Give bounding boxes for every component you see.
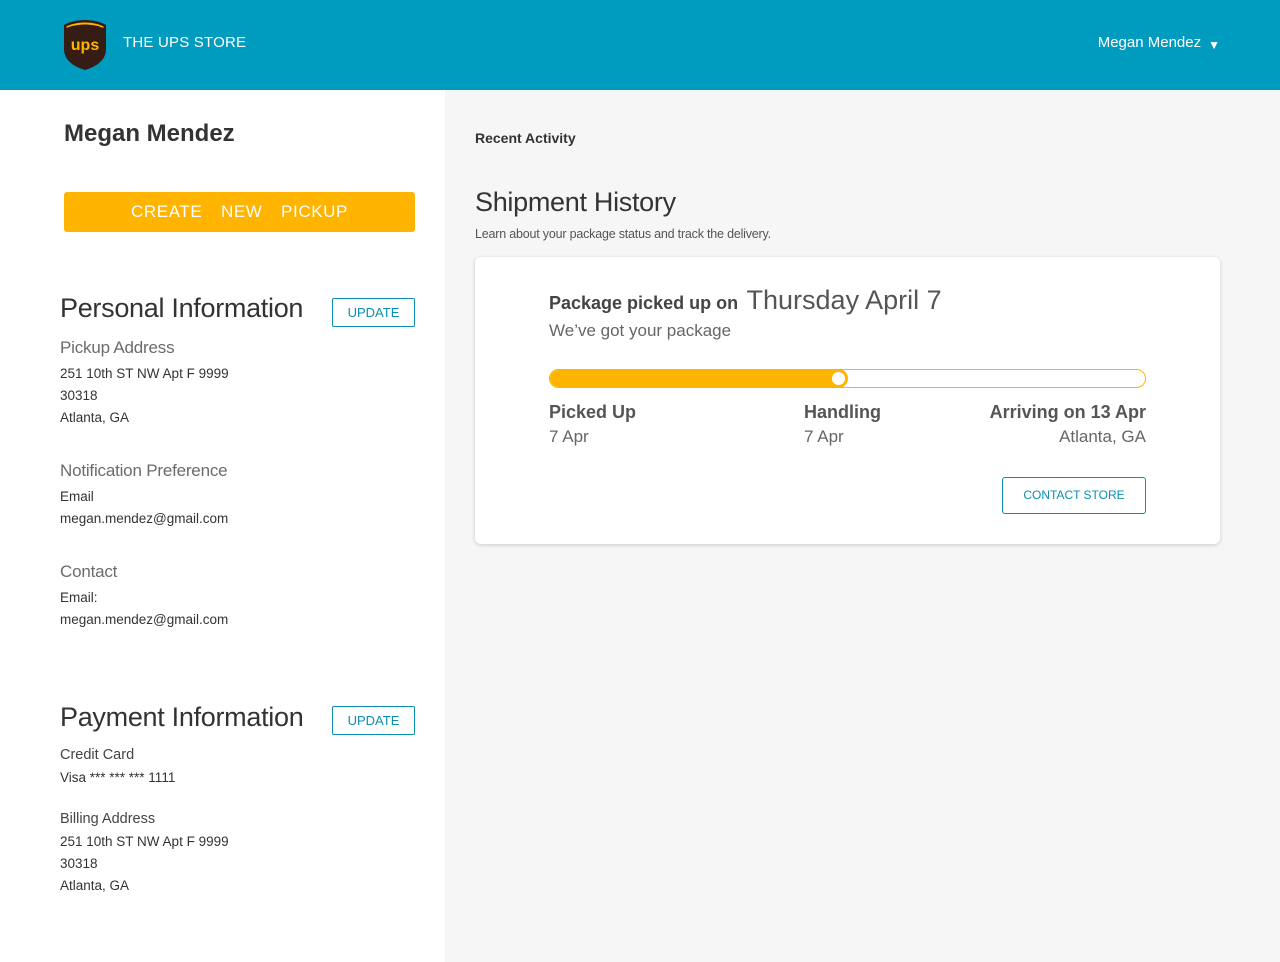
update-payment-button[interactable]: UPDATE: [332, 706, 415, 735]
step-detail: Atlanta, GA: [1059, 427, 1146, 446]
user-menu-name: Megan Mendez: [1097, 34, 1202, 51]
personal-information-title: Personal Information: [60, 293, 304, 323]
notification-method: Email: [60, 489, 94, 504]
user-menu[interactable]: Megan Mendez ▼: [1097, 34, 1220, 52]
recent-activity-label: Recent Activity: [475, 130, 576, 146]
contact-email: megan.mendez@gmail.com: [60, 612, 229, 627]
progress-fill: [550, 370, 839, 387]
tracking-step-handling: Handling 7 Apr: [804, 402, 881, 447]
step-detail: 7 Apr: [549, 427, 589, 446]
progress-marker: [829, 368, 849, 388]
svg-text:ups: ups: [71, 37, 100, 54]
shipment-history-title: Shipment History: [475, 187, 676, 217]
top-header: ups THE UPS STORE Megan Mendez ▼: [0, 0, 1280, 90]
status-message: We’ve got your package: [549, 321, 732, 340]
pickup-address-label: Pickup Address: [60, 338, 175, 357]
billing-address-label: Billing Address: [60, 811, 156, 827]
step-name: Arriving on 13 Apr: [989, 402, 1146, 422]
status-date: Thursday April 7: [746, 285, 942, 315]
shipment-status-line: Package picked up on Thursday April 7: [549, 285, 942, 316]
contact-store-button[interactable]: CONTACT STORE: [1002, 477, 1146, 514]
chevron-down-icon: ▼: [1208, 37, 1220, 52]
step-detail: 7 Apr: [804, 427, 844, 446]
shipment-progress-bar: [549, 368, 1146, 388]
credit-card-value: Visa *** *** *** 1111: [60, 770, 176, 785]
billing-address-line: 30318: [60, 856, 98, 871]
update-personal-button[interactable]: UPDATE: [332, 298, 415, 327]
ups-logo-icon[interactable]: ups: [63, 19, 107, 71]
shipment-history-subtitle: Learn about your package status and trac…: [475, 227, 771, 241]
notification-email: megan.mendez@gmail.com: [60, 511, 229, 526]
create-new-pickup-button[interactable]: CREATE NEW PICKUP: [64, 192, 415, 232]
profile-sidebar: Megan Mendez CREATE NEW PICKUP Personal …: [0, 90, 445, 962]
payment-information-title: Payment Information: [60, 702, 304, 732]
billing-address-line: Atlanta, GA: [60, 878, 130, 893]
shipment-card: Package picked up on Thursday April 7 We…: [475, 257, 1220, 544]
pickup-address-line: 251 10th ST NW Apt F 9999: [60, 366, 229, 381]
tracking-step-picked-up: Picked Up 7 Apr: [549, 402, 636, 447]
contact-method: Email:: [60, 590, 98, 605]
tracking-step-arriving: Arriving on 13 Apr Atlanta, GA: [990, 402, 1146, 447]
contact-label: Contact: [60, 562, 118, 581]
pickup-address-line: Atlanta, GA: [60, 410, 130, 425]
pickup-address-line: 30318: [60, 388, 98, 403]
step-name: Handling: [804, 402, 881, 422]
credit-card-label: Credit Card: [60, 747, 135, 763]
status-prefix: Package picked up on: [549, 293, 739, 313]
store-brand-name[interactable]: THE UPS STORE: [123, 34, 246, 51]
billing-address-line: 251 10th ST NW Apt F 9999: [60, 834, 229, 849]
notification-preference-label: Notification Preference: [60, 461, 228, 480]
profile-name: Megan Mendez: [64, 120, 235, 147]
step-name: Picked Up: [549, 402, 637, 422]
